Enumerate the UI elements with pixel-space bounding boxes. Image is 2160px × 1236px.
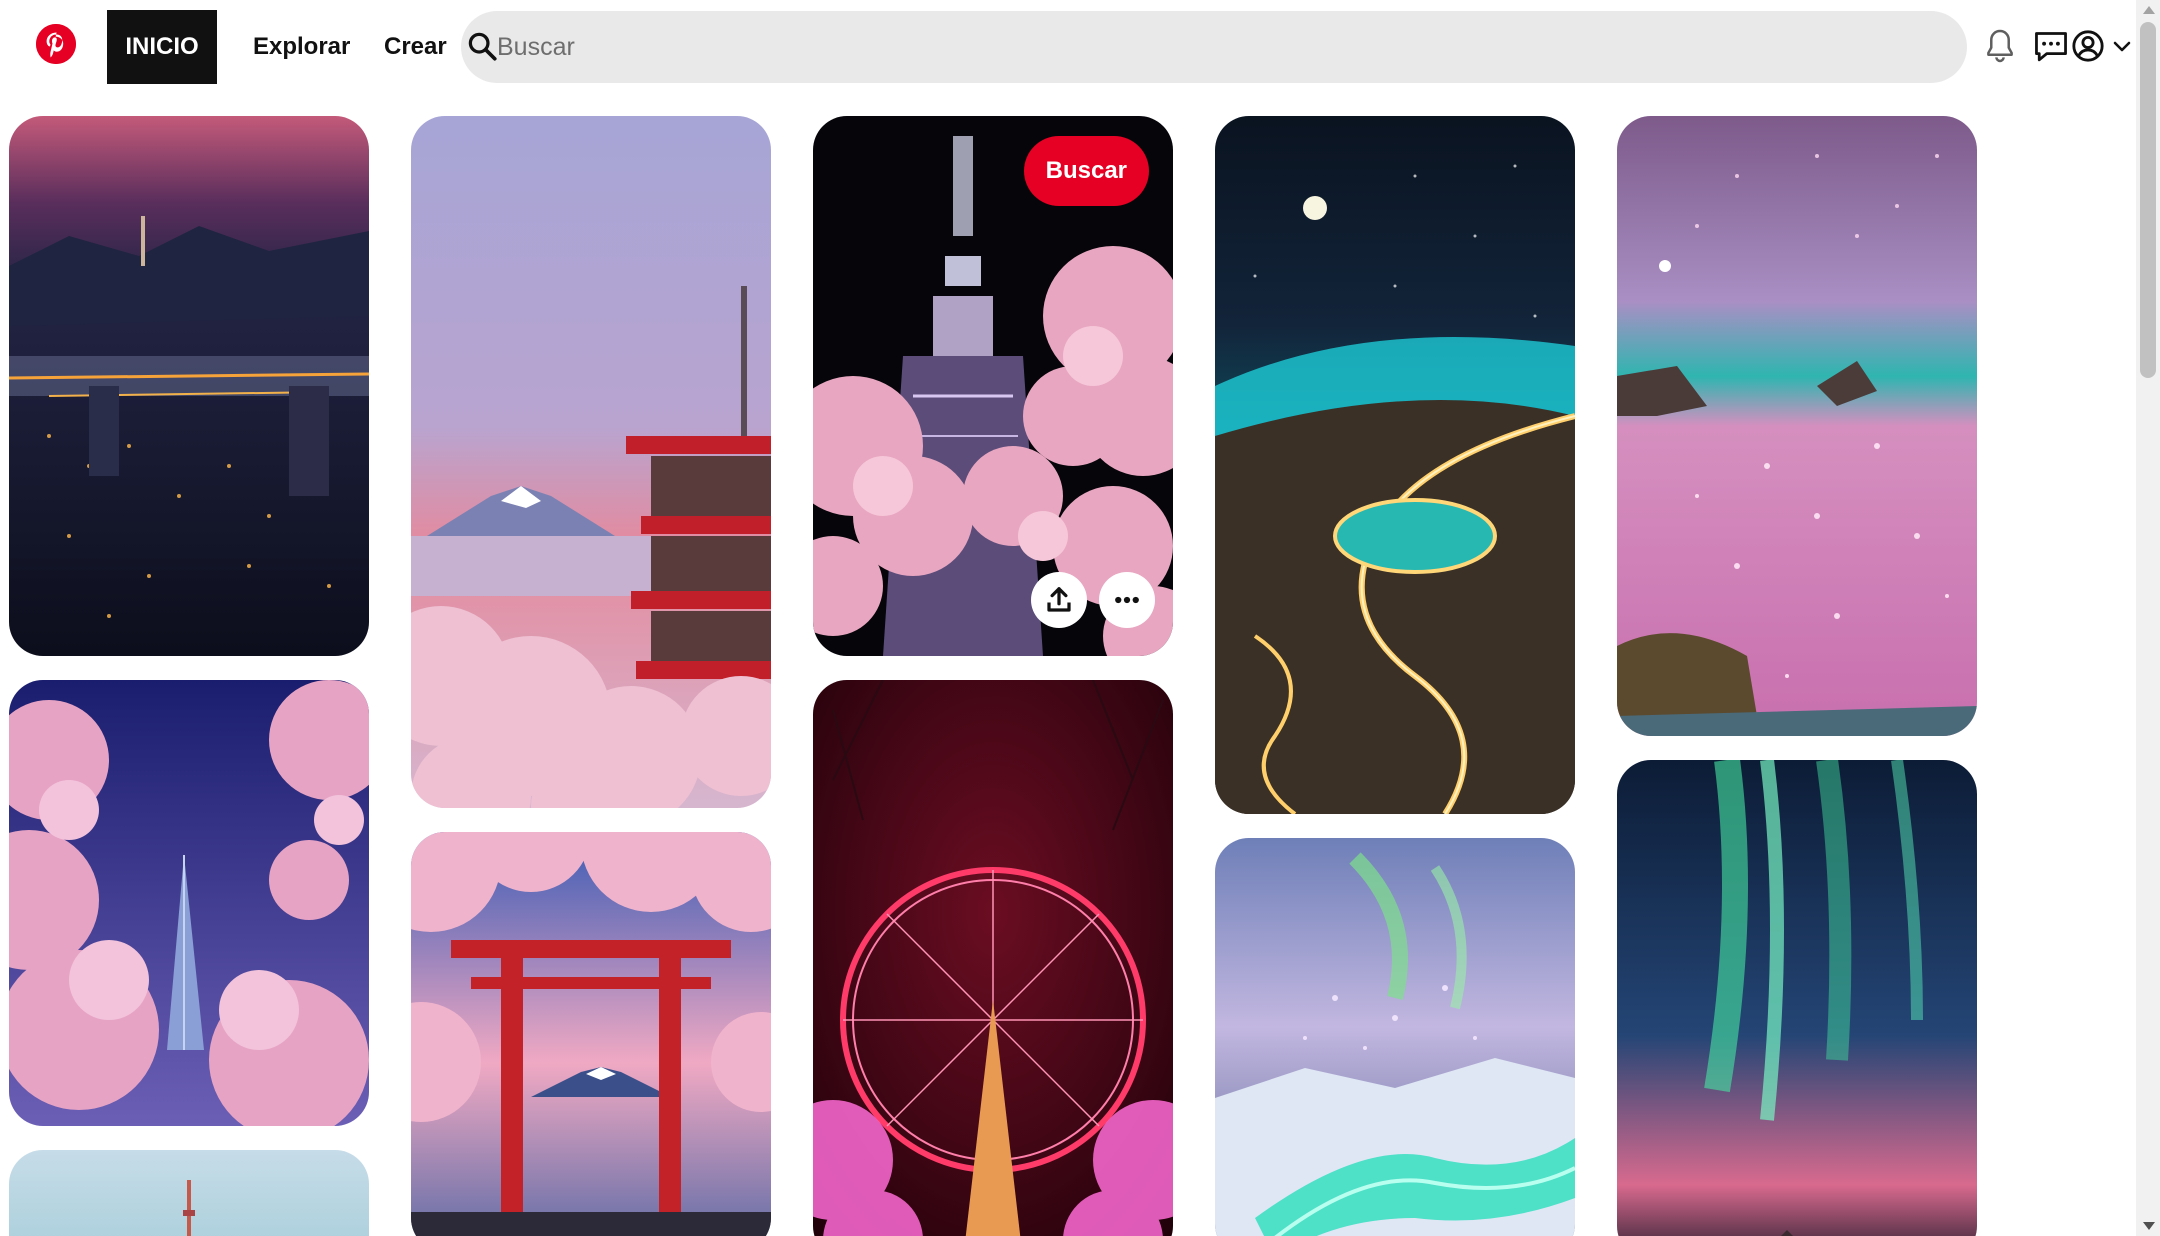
pin-image — [9, 680, 369, 1126]
nav-explore-link[interactable]: Explorar — [253, 10, 350, 84]
scroll-up-arrow-icon[interactable] — [2143, 6, 2155, 14]
nav-home-button[interactable]: INICIO — [107, 10, 217, 84]
pin-card-hovered[interactable]: Buscar — [813, 116, 1173, 656]
pin-image — [1215, 838, 1575, 1236]
pin-card[interactable] — [813, 680, 1173, 1236]
save-button[interactable]: Buscar — [1023, 136, 1149, 206]
search-bar[interactable] — [461, 11, 1967, 83]
pin-card[interactable] — [1617, 116, 1977, 736]
pin-card[interactable] — [9, 680, 369, 1126]
top-nav-bar: INICIO Explorar Crear — [0, 0, 2136, 92]
share-icon[interactable] — [1031, 572, 1087, 628]
pin-card[interactable] — [9, 116, 369, 656]
pin-card[interactable] — [1215, 838, 1575, 1236]
pin-image — [813, 680, 1173, 1236]
pin-image — [1215, 116, 1575, 814]
vertical-scrollbar[interactable] — [2136, 0, 2160, 1236]
pin-image — [9, 1150, 369, 1236]
search-icon — [468, 32, 497, 61]
pin-card[interactable] — [1215, 116, 1575, 814]
pin-image — [9, 116, 369, 656]
pin-card[interactable] — [9, 1150, 369, 1236]
pin-image — [1617, 760, 1977, 1236]
message-icon[interactable] — [2031, 26, 2071, 66]
search-input[interactable] — [497, 11, 1937, 83]
nav-create-link[interactable]: Crear — [384, 10, 447, 84]
scroll-down-arrow-icon[interactable] — [2143, 1222, 2155, 1230]
pin-card[interactable] — [1617, 760, 1977, 1236]
profile-icon[interactable] — [2068, 26, 2108, 66]
pin-image — [411, 832, 771, 1236]
scroll-thumb[interactable] — [2140, 22, 2156, 378]
pin-image — [411, 116, 771, 808]
pinterest-logo-icon[interactable] — [36, 24, 76, 64]
pin-card[interactable] — [411, 116, 771, 808]
pin-card[interactable] — [411, 832, 771, 1236]
chevron-down-icon[interactable] — [2110, 34, 2134, 58]
pin-image — [1617, 116, 1977, 736]
more-icon[interactable] — [1099, 572, 1155, 628]
bell-icon[interactable] — [1980, 26, 2020, 66]
